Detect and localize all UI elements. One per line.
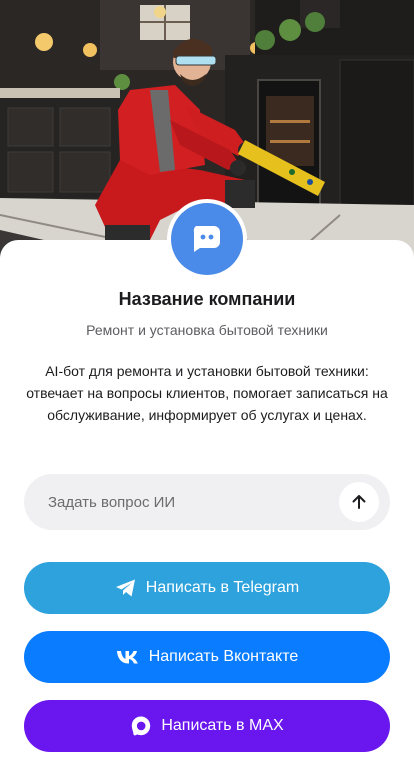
telegram-icon <box>115 578 137 598</box>
company-description: AI-бот для ремонта и установки бытовой т… <box>26 363 388 423</box>
telegram-button[interactable]: Написать в Telegram <box>24 562 390 614</box>
company-name: Название компании <box>118 289 296 309</box>
chat-bot-icon <box>193 226 220 252</box>
avatar-circle <box>171 203 243 275</box>
ask-ai-box <box>24 474 390 530</box>
max-button-label: Написать в MAX <box>161 717 284 734</box>
vk-button-label: Написать Вконтакте <box>148 648 299 665</box>
ask-ai-input[interactable] <box>48 474 348 530</box>
avatar <box>167 199 247 279</box>
telegram-button-label: Написать в Telegram <box>145 579 300 596</box>
max-icon <box>130 715 152 737</box>
arrow-up-icon <box>352 495 366 509</box>
max-button[interactable]: Написать в MAX <box>24 700 390 752</box>
vk-button[interactable]: Написать Вконтакте <box>24 631 390 683</box>
send-button[interactable] <box>339 482 379 522</box>
vk-icon <box>116 649 140 665</box>
company-subtitle: Ремонт и установка бытовой техники <box>86 322 328 338</box>
